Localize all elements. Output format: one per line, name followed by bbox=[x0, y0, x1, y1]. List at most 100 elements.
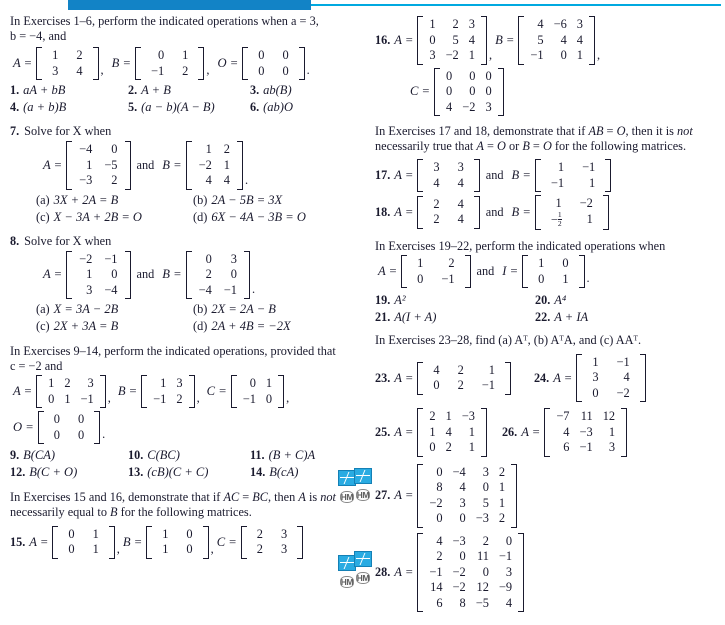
intro-exercises-9-14: In Exercises 9–14, perform the indicated… bbox=[10, 344, 350, 373]
exercise-number: 1. bbox=[10, 83, 20, 98]
exercise-number: 15. bbox=[10, 534, 26, 549]
matrix-A: −4 0 1 −5 −3 2 bbox=[66, 141, 131, 190]
exercise-19[interactable]: 19. A² bbox=[375, 293, 535, 308]
matrix-A-label: A = bbox=[394, 168, 414, 183]
definitions-19-22: A = 1 2 0 −1 and I = 1001 . bbox=[375, 255, 715, 289]
exercise-18[interactable]: 18. A = 2424 and B = 1 −2 −1 2 1 bbox=[375, 195, 715, 230]
exercise-8[interactable]: 8. Solve for X when A = −2 −1 10 3 −4 and … bbox=[10, 234, 350, 335]
exercise-number: 27. bbox=[375, 488, 391, 503]
matrix-A: 123 054 3 −2 1 bbox=[417, 16, 487, 65]
exercise-prompt: Solve for X when bbox=[24, 233, 112, 248]
option-row: (c) X − 3A + 2B = O (d) 6X − 4A − 3B = O bbox=[36, 210, 350, 225]
exercise-7-matrices: A = −4 0 1 −5 −3 2 and B = 12 −2 1 44 . bbox=[10, 141, 350, 190]
graphing-utility-icon[interactable] bbox=[354, 551, 372, 567]
exercise-expression: A⁴ bbox=[554, 293, 567, 308]
exercise-22[interactable]: 22. A + IA bbox=[535, 310, 695, 325]
matrix-A-label: A = bbox=[394, 565, 414, 580]
matrix-A-label: A = bbox=[394, 425, 414, 440]
matrix-B: 0 1 −1 2 bbox=[134, 47, 205, 81]
option-expression: 2X + 3A = B bbox=[53, 319, 119, 334]
option-c[interactable]: (c) X − 3A + 2B = O bbox=[36, 210, 193, 225]
option-a[interactable]: (a) X = 3A − 2B bbox=[36, 302, 193, 317]
matrix-B: 1 −1 −1 1 bbox=[534, 159, 612, 193]
exercise-number: 18. bbox=[375, 204, 391, 219]
hm-resource-icon[interactable]: HM bbox=[355, 572, 371, 584]
definitions-9-14-row1: A = 123 0 1 −1 , B = 13 −1 2 , C = 01 −1… bbox=[10, 375, 350, 409]
exercise-14[interactable]: 14. B(cA) bbox=[250, 465, 350, 480]
exercise-expression: aA + bB bbox=[23, 83, 66, 98]
exercise-number: 4. bbox=[10, 100, 20, 115]
exercise-row-23-24: 23. A = 421 0 2 −1 24. A = 1 −1 34 0 −2 bbox=[375, 353, 715, 403]
matrix-I-label: I = bbox=[502, 264, 519, 279]
option-c[interactable]: (c) 2X + 3A = B bbox=[36, 319, 193, 334]
matrix-I: 1001 bbox=[522, 255, 585, 289]
matrix-B-label: B = bbox=[511, 204, 531, 219]
exercise-expression: A(I + A) bbox=[394, 310, 437, 325]
header-rule bbox=[311, 4, 721, 6]
exercise-expression: (ab)O bbox=[263, 100, 293, 115]
exercise-number: 22. bbox=[535, 310, 551, 325]
exercise-2[interactable]: 2. A + B bbox=[128, 83, 250, 98]
exercise-10[interactable]: 10. C(BC) bbox=[128, 448, 250, 463]
matrix-B-label: B = bbox=[162, 267, 182, 282]
matrix-A-label: A = bbox=[13, 384, 33, 399]
exercise-17[interactable]: 17. A = 3344 and B = 1 −1 −1 1 bbox=[375, 159, 715, 193]
matrix-C-label: C = bbox=[206, 384, 227, 399]
matrix-A-label: A = bbox=[394, 488, 414, 503]
matrix-C: 01 −1 0 bbox=[230, 375, 285, 409]
option-b[interactable]: (b) 2A − 5B = 3X bbox=[193, 193, 350, 208]
exercise-6[interactable]: 6. (ab)O bbox=[250, 100, 350, 115]
exercise-expression: (cB)(C + C) bbox=[147, 465, 209, 480]
matrix-B: 4 −6 3 544 −1 0 1 bbox=[518, 16, 595, 65]
option-d[interactable]: (d) 2A + 4B = −2X bbox=[193, 319, 350, 334]
intro-exercises-15-16: In Exercises 15 and 16, demonstrate that… bbox=[10, 490, 350, 519]
exercise-expression: (a + b)B bbox=[23, 100, 67, 115]
exercise-number: 8. bbox=[10, 233, 20, 248]
exercise-number: 28. bbox=[375, 565, 391, 580]
exercise-21[interactable]: 21. A(I + A) bbox=[375, 310, 535, 325]
exercise-expression: B(C + O) bbox=[29, 465, 78, 480]
matrix-B-label: B = bbox=[162, 157, 182, 172]
hm-resource-icon[interactable]: HM bbox=[355, 489, 371, 501]
option-b[interactable]: (b) 2X = 2A − B bbox=[193, 302, 350, 317]
exercise-number: 23. bbox=[375, 370, 391, 385]
matrix-B-label: B = bbox=[111, 56, 131, 71]
intro-exercises-17-18: In Exercises 17 and 18, demonstrate that… bbox=[375, 124, 715, 153]
option-a[interactable]: (a) 3X + 2A = B bbox=[36, 193, 193, 208]
exercise-number: 3. bbox=[250, 83, 260, 98]
matrix-A-label: A = bbox=[394, 370, 414, 385]
option-row: (a) 3X + 2A = B (b) 2A − 5B = 3X bbox=[36, 193, 350, 208]
intro-15-16-line2: necessarily equal to B for the following… bbox=[10, 504, 252, 519]
exercise-16[interactable]: 16. A = 123 054 3 −2 1 , B = 4 −6 3 544 −1 0 1… bbox=[375, 16, 715, 65]
exercise-8-matrices: A = −2 −1 10 3 −4 and B = 03 20 −4 −1 . bbox=[10, 250, 350, 300]
exercise-20[interactable]: 20. A⁴ bbox=[535, 293, 695, 308]
intro-9-14-line1: In Exercises 9–14, perform the indicated… bbox=[10, 344, 336, 359]
option-label: (c) bbox=[36, 319, 50, 334]
comma: , bbox=[488, 47, 493, 62]
exercise-27[interactable]: 27. A = 0 −4 3 2 8401 −2 3 5 1 0 0 −3 2 bbox=[375, 463, 715, 528]
exercise-15[interactable]: 15. A = 0101 , B = 1010 , C = 2323 bbox=[10, 525, 350, 559]
exercise-number: 19. bbox=[375, 293, 391, 308]
exercise-expression: A + IA bbox=[554, 310, 589, 325]
exercise-row: 21. A(I + A) 22. A + IA bbox=[375, 310, 715, 325]
exercise-8-prompt: 8. Solve for X when bbox=[10, 234, 350, 249]
exercise-12[interactable]: 12. B(C + O) bbox=[10, 465, 128, 480]
exercise-number: 9. bbox=[10, 448, 20, 463]
exercise-11[interactable]: 11. (B + C)A bbox=[250, 448, 350, 463]
option-d[interactable]: (d) 6X − 4A − 3B = O bbox=[193, 210, 350, 225]
matrix-A: 2424 bbox=[417, 195, 481, 229]
exercise-row: 1. aA + bB 2. A + B 3. ab(B) bbox=[10, 83, 350, 98]
exercise-5[interactable]: 5. (a − b)(A − B) bbox=[128, 100, 250, 115]
exercise-9[interactable]: 9. B(CA) bbox=[10, 448, 128, 463]
intro-1-6-line2: b = −4, and bbox=[10, 28, 67, 43]
exercise-7[interactable]: 7. Solve for X when A = −4 0 1 −5 −3 2 and … bbox=[10, 124, 350, 225]
exercise-3[interactable]: 3. ab(B) bbox=[250, 83, 350, 98]
exercise-13[interactable]: 13. (cB)(C + C) bbox=[128, 465, 250, 480]
exercise-number: 14. bbox=[250, 465, 266, 480]
graphing-utility-icon[interactable] bbox=[354, 468, 372, 484]
option-expression: 6X − 4A − 3B = O bbox=[211, 209, 306, 224]
exercise-26-matrix-A: −7 11 12 4 −3 1 6 −1 3 bbox=[544, 408, 627, 457]
exercise-28[interactable]: 28. A = 4 −3 2 0 2 0 11 −1 −1 −2 0 3 14 −2 12 −9 6 8−… bbox=[375, 532, 715, 613]
exercise-4[interactable]: 4. (a + b)B bbox=[10, 100, 128, 115]
exercise-1[interactable]: 1. aA + bB bbox=[10, 83, 128, 98]
